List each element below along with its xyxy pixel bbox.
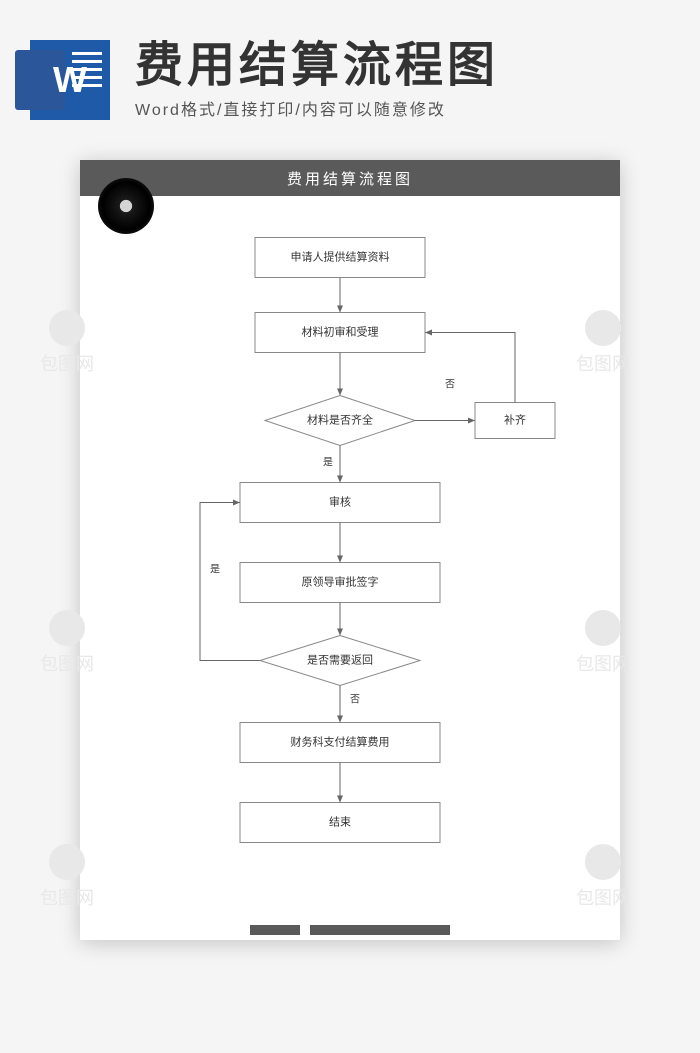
disc-ornament-icon (98, 178, 154, 234)
node-payment-label: 财务科支付结算费用 (291, 734, 390, 748)
flowchart: 申请人提供结算资料 材料初审和受理 材料是否齐全 否 是 补齐 审核 原领导审批 (80, 215, 620, 940)
document-page: 费用结算流程图 包图网 包图网 包图网 包图网 包图网 包图网 申请人提供结算资… (80, 160, 620, 940)
footer-bar (250, 925, 300, 935)
edge-yes-label-2: 是 (210, 564, 220, 576)
node-review-label: 材料初审和受理 (302, 324, 379, 338)
page-footer (80, 920, 620, 940)
page-title: 费用结算流程图 (287, 168, 413, 189)
node-apply-label: 申请人提供结算资料 (291, 249, 390, 263)
edge-no-label: 否 (445, 379, 455, 391)
edge-no-label-2: 否 (350, 694, 360, 706)
node-approve-label: 原领导审批签字 (302, 574, 379, 588)
title-block: 费用结算流程图 Word格式/直接打印/内容可以随意修改 (135, 40, 700, 121)
footer-bar (310, 925, 450, 935)
node-end-label: 结束 (329, 815, 351, 828)
word-file-icon: W (30, 40, 110, 120)
node-return-label: 是否需要返回 (307, 653, 373, 666)
subtitle: Word格式/直接打印/内容可以随意修改 (135, 96, 700, 120)
header-banner: W 费用结算流程图 Word格式/直接打印/内容可以随意修改 (0, 30, 700, 130)
node-audit-label: 审核 (329, 494, 351, 508)
page-title-bar: 费用结算流程图 (80, 160, 620, 196)
word-letter: W (53, 59, 87, 101)
node-supplement-label: 补齐 (504, 412, 526, 426)
main-title: 费用结算流程图 (135, 40, 700, 93)
node-complete-label: 材料是否齐全 (307, 412, 373, 426)
edge-yes-label: 是 (323, 457, 333, 469)
